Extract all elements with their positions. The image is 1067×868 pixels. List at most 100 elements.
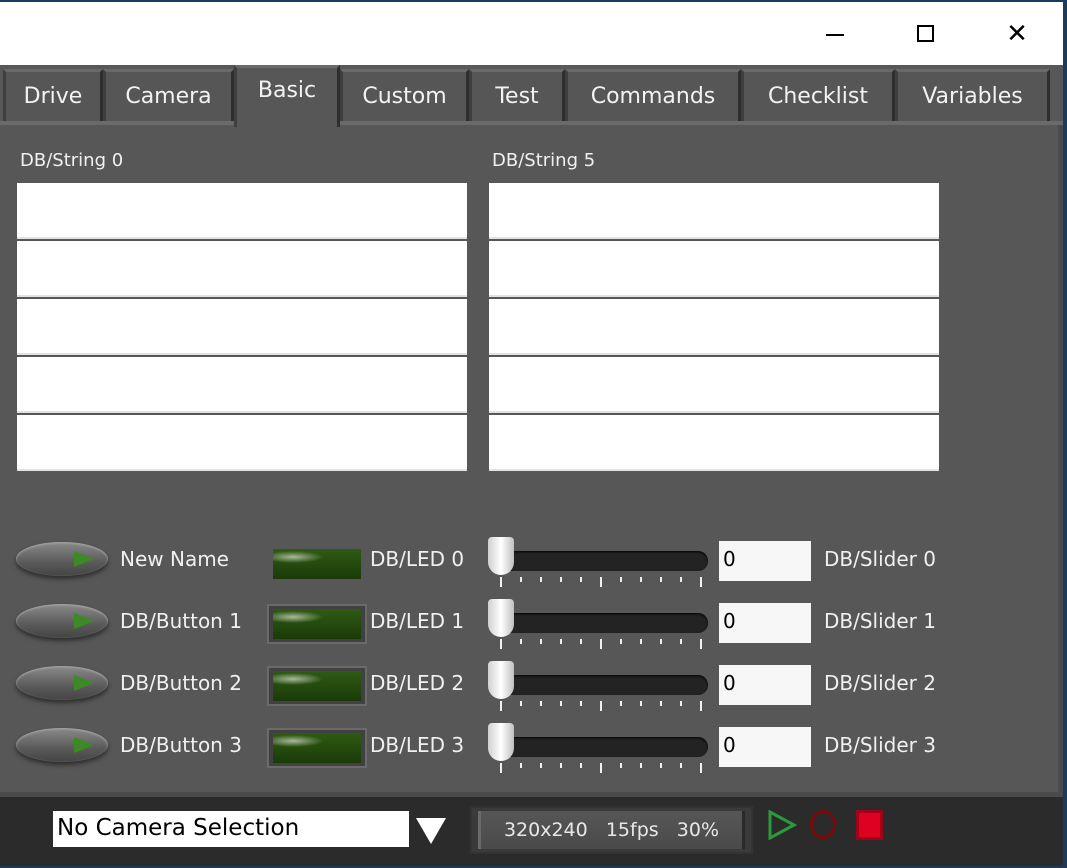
slider-tick xyxy=(540,763,542,768)
slider-label: DB/Slider 2 xyxy=(824,671,936,695)
camera-settings-label: 320x240 15fps 30% xyxy=(478,811,745,849)
slider-tick xyxy=(700,639,702,649)
record-icon[interactable] xyxy=(810,810,836,839)
slider-tick xyxy=(640,639,642,644)
slider-value-field[interactable]: 0 xyxy=(719,603,811,643)
slider-tick xyxy=(540,639,542,644)
string-0-field[interactable] xyxy=(17,415,467,471)
tab-commands[interactable]: Commands xyxy=(565,69,741,121)
slider-tick xyxy=(680,763,682,768)
camera-settings-button[interactable]: 320x240 15fps 30% xyxy=(470,806,753,854)
slider-tick xyxy=(620,577,622,582)
slider-tick xyxy=(520,763,522,768)
tab-checklist[interactable]: Checklist xyxy=(741,69,895,121)
slider-tick xyxy=(560,639,562,644)
led-indicator xyxy=(267,666,367,706)
slider-tick xyxy=(580,577,582,582)
string-0-field[interactable] xyxy=(17,241,467,297)
slider-ticks xyxy=(500,577,702,589)
slider-tick xyxy=(560,701,562,706)
slider-thumb[interactable] xyxy=(488,723,514,761)
title-bar: ✕ xyxy=(0,2,1063,65)
play-icon[interactable] xyxy=(767,810,797,840)
slider-tick xyxy=(620,701,622,706)
db-button-2[interactable] xyxy=(16,666,108,700)
led-label: DB/LED 3 xyxy=(370,733,465,757)
string-0-field[interactable] xyxy=(17,357,467,413)
slider-thumb[interactable] xyxy=(488,661,514,699)
slider-tick xyxy=(640,763,642,768)
slider-ticks xyxy=(500,763,702,775)
string-0-field[interactable] xyxy=(17,183,467,239)
slider-label: DB/Slider 1 xyxy=(824,609,936,633)
button-label: New Name xyxy=(120,547,229,571)
slider-tick xyxy=(520,701,522,706)
play-arrow-icon xyxy=(74,675,94,691)
slider-tick xyxy=(660,701,662,706)
slider-tick xyxy=(700,577,702,587)
db-button-1[interactable] xyxy=(16,604,108,638)
slider-tick xyxy=(620,639,622,644)
dropdown-arrow-icon[interactable] xyxy=(416,818,446,844)
slider-label: DB/Slider 3 xyxy=(824,733,936,757)
camera-select[interactable]: No Camera Selection xyxy=(53,811,409,847)
slider-track[interactable] xyxy=(490,551,708,571)
string-5-field[interactable] xyxy=(489,241,939,297)
string-0-field[interactable] xyxy=(17,299,467,355)
led-indicator xyxy=(267,728,367,768)
slider-tick xyxy=(680,639,682,644)
slider-tick xyxy=(700,763,702,773)
db-button-0[interactable] xyxy=(16,542,108,576)
slider-value-field[interactable]: 0 xyxy=(719,541,811,581)
camera-toolbar: No Camera Selection 320x240 15fps 30% xyxy=(0,797,1063,866)
stop-icon[interactable] xyxy=(856,810,883,840)
slider-thumb[interactable] xyxy=(488,537,514,575)
tab-variables[interactable]: Variables xyxy=(895,69,1050,121)
slider-tick xyxy=(500,577,502,587)
button-label: DB/Button 3 xyxy=(120,733,242,757)
dashboard-window: ✕ Drive Camera Basic Custom Test Command… xyxy=(0,2,1063,866)
slider-value-field[interactable]: 0 xyxy=(719,727,811,767)
string-5-field[interactable] xyxy=(489,299,939,355)
led-label: DB/LED 1 xyxy=(370,609,465,633)
maximize-button[interactable] xyxy=(880,2,970,65)
led-label: DB/LED 0 xyxy=(370,547,465,571)
slider-track[interactable] xyxy=(490,737,708,757)
tab-drive[interactable]: Drive xyxy=(3,69,103,121)
slider-tick xyxy=(500,763,502,773)
slider-thumb[interactable] xyxy=(488,599,514,637)
led-label: DB/LED 2 xyxy=(370,671,465,695)
string-5-field[interactable] xyxy=(489,183,939,239)
slider-tick xyxy=(560,577,562,582)
tab-custom[interactable]: Custom xyxy=(340,69,469,121)
slider-tick xyxy=(640,701,642,706)
slider-value-field[interactable]: 0 xyxy=(719,665,811,705)
string-5-field[interactable] xyxy=(489,415,939,471)
slider-track[interactable] xyxy=(490,613,708,633)
slider-tick xyxy=(540,701,542,706)
button-label: DB/Button 2 xyxy=(120,671,242,695)
slider-track[interactable] xyxy=(490,675,708,695)
tab-camera[interactable]: Camera xyxy=(103,69,234,121)
slider-tick xyxy=(620,763,622,768)
slider-tick xyxy=(520,577,522,582)
tab-basic[interactable]: Basic xyxy=(234,65,340,127)
string-5-label: DB/String 5 xyxy=(492,150,596,171)
slider-tick xyxy=(520,639,522,644)
minimize-button[interactable] xyxy=(790,2,880,65)
db-button-3[interactable] xyxy=(16,728,108,762)
button-label: DB/Button 1 xyxy=(120,609,242,633)
slider-tick xyxy=(580,701,582,706)
tab-strip: Drive Camera Basic Custom Test Commands … xyxy=(0,65,1063,127)
slider-tick xyxy=(500,701,502,711)
tab-test[interactable]: Test xyxy=(469,69,565,121)
slider-tick xyxy=(680,701,682,706)
close-button[interactable]: ✕ xyxy=(972,2,1062,65)
slider-tick xyxy=(700,701,702,711)
slider-tick xyxy=(680,577,682,582)
slider-tick xyxy=(500,639,502,649)
slider-tick xyxy=(600,701,602,711)
slider-tick xyxy=(580,763,582,768)
play-icon-shape xyxy=(768,810,797,840)
string-5-field[interactable] xyxy=(489,357,939,413)
